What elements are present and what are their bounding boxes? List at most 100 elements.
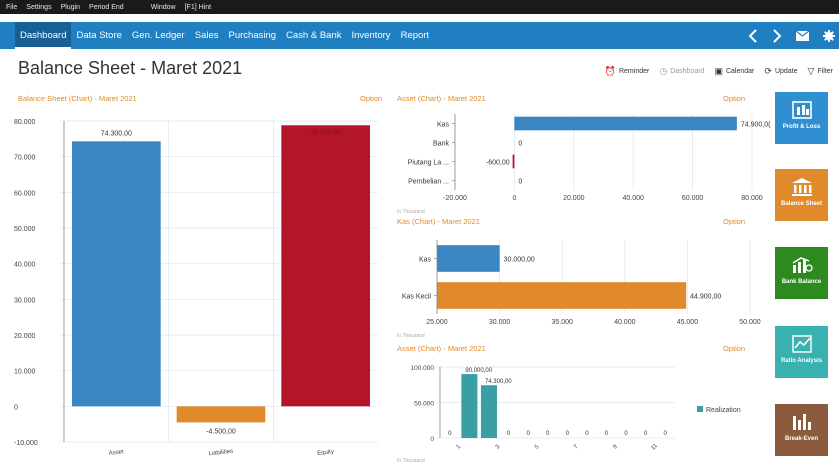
x-tick-label: Asset	[108, 449, 124, 457]
bank-icon	[791, 178, 812, 196]
y-tick-label: Kas	[437, 122, 450, 129]
x-tick-label: 9	[612, 444, 619, 451]
x-tick-label: 0	[512, 195, 516, 202]
x-tick-label: 3	[495, 444, 502, 451]
filter-label: Filter	[817, 68, 833, 75]
menu-hint[interactable]: [F1] Hint	[185, 4, 211, 11]
calendar-icon: ▣	[714, 66, 723, 76]
kas-chart-title: Kas (Chart) - Maret 2021	[397, 217, 480, 226]
data-label: 0	[624, 431, 628, 437]
y-tick-label: 10.000	[14, 369, 36, 376]
bar	[176, 406, 266, 423]
y-tick-label: 40.000	[14, 262, 36, 269]
tile-break-even[interactable]: Break-Even	[775, 404, 828, 456]
data-label: 0	[507, 431, 511, 437]
tile-label: Bank Balance	[781, 279, 822, 285]
asset2-option-link[interactable]: Option	[723, 344, 745, 353]
bar	[512, 154, 515, 169]
menu-file[interactable]: File	[6, 4, 17, 11]
update-button[interactable]: ⟳ Update	[764, 66, 797, 77]
chart-money-icon	[791, 101, 812, 119]
bar	[72, 141, 161, 407]
y-tick-label: 30.000	[14, 297, 36, 304]
nav-purchasing[interactable]: Purchasing	[224, 22, 282, 49]
y-tick-label: 60.000	[14, 190, 36, 197]
gear-icon[interactable]	[823, 29, 835, 42]
menu-bar: File Settings Plugin Period End Window […	[0, 0, 839, 14]
nav-report[interactable]: Report	[396, 22, 435, 49]
y-tick-label: 50.000	[14, 226, 36, 233]
bar	[437, 245, 500, 272]
tile-profit-loss[interactable]: Profit & Loss	[775, 92, 828, 144]
x-tick-label: 20.000	[563, 195, 585, 202]
balance-option-link[interactable]: Option	[360, 94, 382, 103]
x-tick-label: 5	[534, 444, 541, 451]
x-tick-label: 7	[573, 444, 580, 451]
calendar-button[interactable]: ▣ Calendar	[714, 66, 754, 77]
x-tick-label: 80.000	[741, 195, 763, 202]
kas-option-link[interactable]: Option	[723, 217, 745, 226]
bar	[437, 282, 687, 309]
x-tick-label: 25.000	[426, 319, 448, 326]
update-label: Update	[774, 68, 798, 75]
data-label: -600,00	[486, 160, 510, 167]
data-label: 0	[585, 431, 589, 437]
tile-balance-sheet[interactable]: Balance Sheet	[775, 169, 828, 221]
balance-sheet-chart: -10.000 0 10.000 20.000 30.000 40.000 50.000 60…	[14, 119, 378, 457]
data-label: 74.300,00	[485, 379, 512, 385]
chevron-right-icon[interactable]	[772, 28, 782, 43]
y-tick-label: Bank	[433, 141, 449, 148]
main-nav: Dashboard Data Store Gen. Ledger Sales P…	[0, 22, 839, 49]
menu-plugin[interactable]: Plugin	[61, 4, 80, 11]
bar	[281, 125, 370, 407]
y-tick-label: 70.000	[14, 155, 36, 162]
data-label: 0	[644, 431, 648, 437]
tile-label: Break-Even	[784, 436, 819, 442]
tile-bank-balance[interactable]: Bank Balance	[775, 247, 828, 299]
reminder-button[interactable]: ⏰ Reminder	[605, 66, 650, 77]
mail-icon[interactable]	[796, 30, 809, 41]
refresh-icon: ⟳	[764, 66, 772, 76]
menu-settings[interactable]: Settings	[26, 4, 51, 11]
tile-label: Profit & Loss	[782, 124, 821, 130]
data-label: 0	[448, 431, 452, 437]
y-tick-label: 0	[14, 404, 18, 411]
dashboard-button[interactable]: ◷ Dashboard	[659, 66, 704, 77]
bar	[461, 374, 478, 438]
data-label: 90.000,00	[465, 368, 492, 374]
data-label: 0	[605, 431, 609, 437]
bank-growth-icon	[792, 257, 813, 273]
nav-cash-bank[interactable]: Cash & Bank	[281, 22, 346, 49]
nav-inventory[interactable]: Inventory	[346, 22, 395, 49]
legend-label: Realization	[706, 407, 741, 414]
dashboard-icon: ◷	[659, 66, 668, 76]
chevron-left-icon[interactable]	[748, 28, 758, 43]
nav-gen-ledger[interactable]: Gen. Ledger	[127, 22, 190, 49]
calendar-label: Calendar	[725, 68, 755, 75]
x-tick-label: 1	[456, 444, 463, 451]
data-label: 0	[526, 431, 530, 437]
menu-period-end[interactable]: Period End	[89, 4, 124, 11]
asset-chart: -20.000 0 20.000 40.000 60.000 80.000 Kas 74.90…	[408, 114, 771, 202]
nav-data-store[interactable]: Data Store	[71, 22, 126, 49]
toolbar: ⏰ Reminder ◷ Dashboard ▣ Calendar ⟳ Update ▽…	[605, 66, 833, 77]
y-tick-label: 0	[430, 436, 434, 443]
y-tick-label: Kas	[419, 257, 432, 264]
y-tick-label: -10.000	[14, 440, 38, 447]
filter-button[interactable]: ▽ Filter	[808, 66, 833, 77]
y-tick-label: 80.000	[14, 119, 36, 126]
x-tick-label: 45.000	[677, 319, 699, 326]
asset-monthly-chart: 0 50.000 100.000 0 90.000,00 74.300,00 0 0 0 0 0 0 0…	[411, 365, 741, 452]
asset-option-link[interactable]: Option	[723, 94, 745, 103]
tile-ratio-analysis[interactable]: Ratio Analysis	[775, 326, 828, 378]
data-label: 74.300,00	[101, 130, 132, 137]
data-label: 0	[664, 431, 668, 437]
y-tick-label: 100.000	[411, 365, 435, 372]
menu-window[interactable]: Window	[151, 4, 176, 11]
page-title: Balance Sheet - Maret 2021	[18, 58, 243, 78]
data-label: 0	[566, 431, 570, 437]
nav-dashboard[interactable]: Dashboard	[15, 22, 72, 49]
x-tick-label: 60.000	[682, 195, 704, 202]
bar-chart-icon	[792, 414, 811, 430]
nav-sales[interactable]: Sales	[190, 22, 224, 49]
